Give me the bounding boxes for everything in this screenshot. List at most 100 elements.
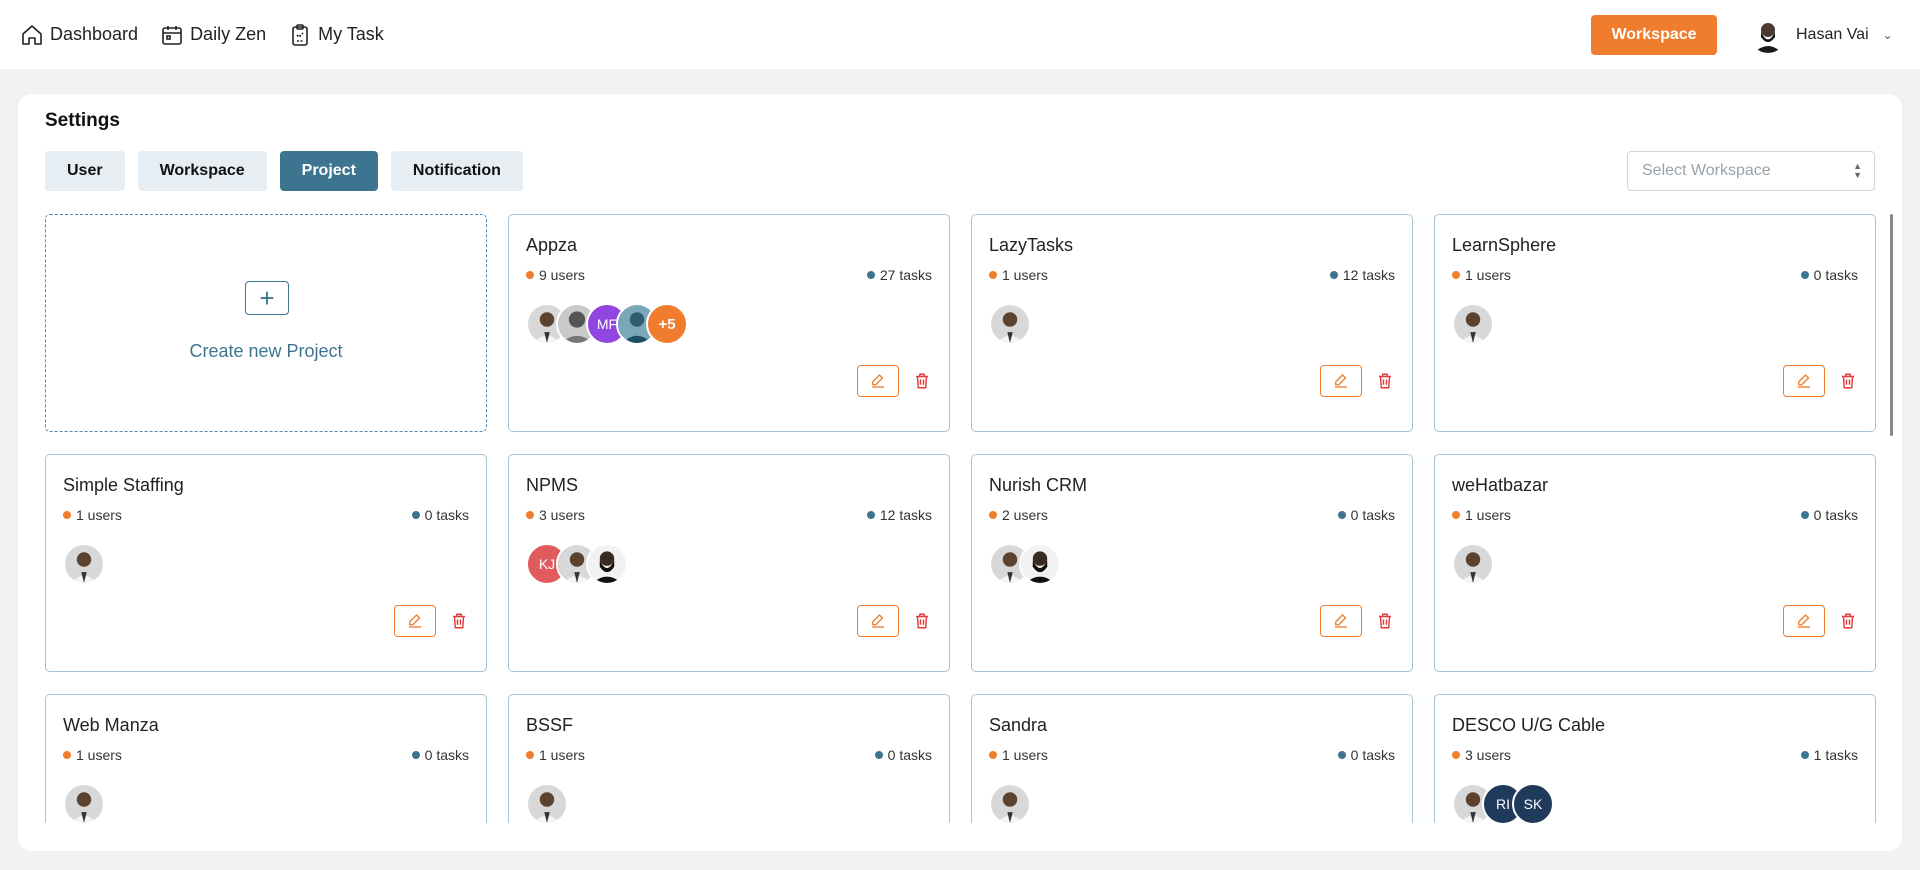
edit-button[interactable]	[1320, 365, 1362, 397]
project-avatars	[1452, 303, 1494, 345]
project-name: LazyTasks	[989, 235, 1074, 255]
project-users-count: 1 users	[63, 507, 122, 523]
nav-my-task[interactable]: My Task	[288, 23, 384, 47]
calendar-icon	[162, 25, 182, 45]
delete-button[interactable]	[449, 610, 469, 632]
avatar[interactable]	[526, 783, 568, 823]
tab-workspace[interactable]: Workspace	[137, 151, 267, 191]
project-card[interactable]: BSSF 1 users 0 tasks	[508, 694, 950, 823]
project-card[interactable]: LazyTasks 1 users 12 tasks	[971, 214, 1413, 432]
delete-button[interactable]	[1838, 370, 1858, 392]
avatar[interactable]	[586, 543, 628, 585]
project-users-count: 1 users	[989, 267, 1048, 283]
status-dot	[1452, 271, 1460, 279]
status-dot	[989, 751, 997, 759]
project-card[interactable]: Sandra 1 users 0 tasks	[971, 694, 1413, 823]
tasks-count-text: 0 tasks	[424, 747, 469, 763]
users-count-text: 3 users	[1465, 747, 1511, 763]
status-dot	[1800, 271, 1809, 279]
project-avatars	[526, 783, 568, 823]
users-count-text: 1 users	[1465, 507, 1511, 523]
tab-notification[interactable]: Notification	[390, 151, 523, 191]
delete-button[interactable]	[1375, 610, 1395, 632]
project-avatars	[989, 303, 1031, 345]
edit-button[interactable]	[394, 605, 436, 637]
edit-button[interactable]	[1320, 605, 1362, 637]
project-name: NPMS	[526, 475, 579, 495]
tab-user[interactable]: User	[45, 151, 125, 191]
users-count-text: 1 users	[1002, 747, 1048, 763]
users-count-text: 3 users	[539, 507, 585, 523]
project-users-count: 2 users	[989, 507, 1048, 523]
project-card[interactable]: weHatbazar 1 users 0 tasks	[1434, 454, 1876, 672]
trash-icon	[916, 613, 928, 629]
workspace-button[interactable]: Workspace	[1591, 15, 1717, 55]
scrollbar[interactable]	[1890, 214, 1893, 436]
tasks-count-text: 0 tasks	[887, 747, 932, 763]
tasks-count-text: 0 tasks	[1813, 267, 1858, 283]
edit-icon	[1335, 374, 1347, 388]
tasks-count-text: 0 tasks	[424, 507, 469, 523]
project-name: Nurish CRM	[989, 475, 1088, 495]
nav-daily-zen[interactable]: Daily Zen	[160, 23, 266, 47]
user-avatar	[1750, 17, 1786, 53]
status-dot	[866, 511, 875, 519]
status-dot	[411, 511, 420, 519]
status-dot	[1452, 751, 1460, 759]
project-users-count: 1 users	[1452, 267, 1511, 283]
project-users-count: 3 users	[526, 507, 585, 523]
tasks-count-text: 0 tasks	[1813, 507, 1858, 523]
avatar[interactable]	[1452, 543, 1494, 585]
more-users-badge[interactable]: +5	[646, 303, 688, 345]
edit-button[interactable]	[1783, 365, 1825, 397]
avatar[interactable]	[1452, 303, 1494, 345]
trash-icon	[453, 613, 465, 629]
project-card[interactable]: Appza 9 users 27 tasks MF +5	[508, 214, 950, 432]
project-tasks-count: 0 tasks	[1800, 267, 1858, 283]
project-card[interactable]: DESCO U/G Cable 3 users 1 tasks RI SK	[1434, 694, 1876, 823]
select-workspace-dropdown[interactable]: Select Workspace ▲ ▼	[1627, 151, 1875, 191]
avatar[interactable]	[989, 303, 1031, 345]
project-card[interactable]: LearnSphere 1 users 0 tasks	[1434, 214, 1876, 432]
nav-dashboard[interactable]: Dashboard	[20, 23, 138, 47]
project-card[interactable]: NPMS 3 users 12 tasks KJ	[508, 454, 950, 672]
avatar[interactable]	[63, 543, 105, 585]
delete-button[interactable]	[912, 610, 932, 632]
avatar[interactable]	[63, 783, 105, 823]
project-name: LearnSphere	[1452, 235, 1557, 255]
status-dot	[989, 271, 997, 279]
project-name: weHatbazar	[1452, 475, 1549, 495]
edit-icon	[1798, 374, 1810, 388]
project-avatars: RI SK	[1452, 783, 1554, 823]
edit-button[interactable]	[857, 605, 899, 637]
project-card[interactable]: Nurish CRM 2 users 0 tasks	[971, 454, 1413, 672]
status-dot	[63, 511, 71, 519]
avatar[interactable]: SK	[1512, 783, 1554, 823]
project-tasks-count: 0 tasks	[874, 747, 932, 763]
settings-panel: Settings User Workspace Project Notifica…	[18, 94, 1902, 851]
edit-button[interactable]	[1783, 605, 1825, 637]
tab-project[interactable]: Project	[279, 151, 378, 191]
status-dot	[63, 751, 71, 759]
edit-button[interactable]	[857, 365, 899, 397]
create-project-card[interactable]: + Create new Project	[45, 214, 487, 432]
project-tasks-count: 0 tasks	[411, 507, 469, 523]
project-name: Simple Staffing	[63, 475, 184, 495]
status-dot	[1452, 511, 1460, 519]
delete-button[interactable]	[1375, 370, 1395, 392]
trash-icon	[1842, 373, 1854, 389]
avatar[interactable]	[989, 783, 1031, 823]
user-menu[interactable]: Hasan Vai ⌄	[1750, 17, 1893, 53]
project-card[interactable]: Simple Staffing 1 users 0 tasks	[45, 454, 487, 672]
top-navbar: Dashboard Daily Zen My Task Workspace Ha…	[0, 0, 1920, 69]
project-card[interactable]: Web Manza 1 users 0 tasks	[45, 694, 487, 823]
delete-button[interactable]	[1838, 610, 1858, 632]
status-dot	[866, 271, 875, 279]
project-name: Sandra	[989, 715, 1048, 735]
avatar[interactable]	[1019, 543, 1061, 585]
settings-tabs: User Workspace Project Notification	[45, 151, 523, 191]
users-count-text: 1 users	[76, 747, 122, 763]
trash-icon	[1842, 613, 1854, 629]
delete-button[interactable]	[912, 370, 932, 392]
project-avatars: MF +5	[526, 303, 688, 345]
